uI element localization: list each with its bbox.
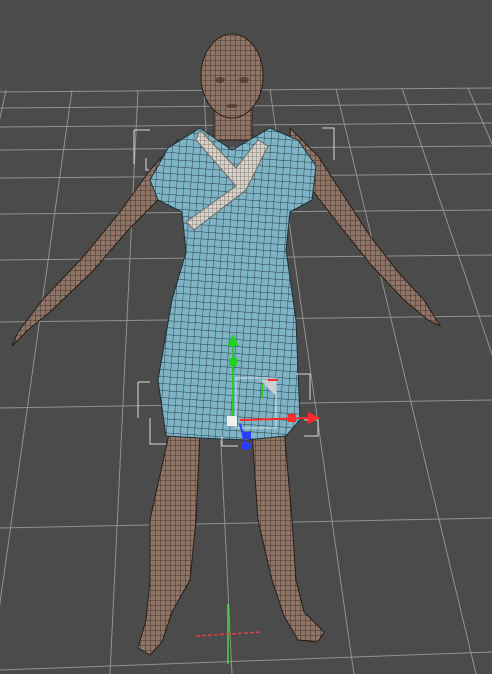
3d-viewport[interactable] — [0, 0, 492, 674]
viewport-canvas[interactable] — [0, 0, 492, 674]
center-handle[interactable] — [227, 416, 237, 426]
